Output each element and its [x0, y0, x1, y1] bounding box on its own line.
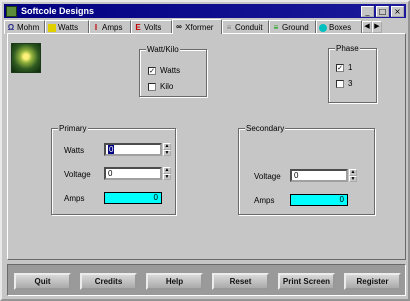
tab-xformer[interactable]: ∞ Xformer	[172, 19, 222, 34]
kilo-checkbox-box[interactable]	[148, 82, 156, 91]
tab-volts[interactable]: E Volts	[131, 20, 172, 34]
conduit-icon: ≡	[226, 22, 232, 32]
tab-amps[interactable]: I Amps	[89, 20, 131, 34]
phase-group: Phase	[328, 44, 377, 103]
tab-scroll-right-button[interactable]: ▶	[372, 21, 382, 33]
ground-icon: ≡	[273, 22, 279, 32]
watts-checkbox-box[interactable]: ✓	[148, 66, 156, 75]
kilo-checkbox[interactable]: Kilo	[148, 82, 173, 91]
app-icon[interactable]	[6, 5, 17, 17]
primary-watts-down-button[interactable]: ▼	[163, 149, 171, 156]
phase-1-checkbox[interactable]: ✓ 1	[336, 63, 352, 72]
secondary-voltage-label: Voltage	[254, 172, 281, 181]
close-button[interactable]: ×	[391, 5, 404, 17]
primary-title: Primary	[58, 124, 88, 133]
tab-scroll-left-button[interactable]: ◀	[362, 21, 372, 33]
tab-ground[interactable]: ≡ Ground	[269, 20, 316, 34]
phase-title: Phase	[335, 44, 360, 53]
maximize-button[interactable]: □	[376, 5, 389, 17]
phase-1-label: 1	[348, 63, 353, 72]
reset-button[interactable]: Reset	[212, 273, 269, 290]
primary-amps-output: 0	[104, 192, 162, 204]
primary-voltage-down-button[interactable]: ▼	[163, 173, 171, 180]
tab-boxes[interactable]: Boxes	[316, 20, 362, 34]
watt-kilo-title: Watt/Kilo	[146, 45, 180, 54]
phase-3-checkbox-box[interactable]	[336, 79, 344, 88]
print-screen-button[interactable]: Print Screen	[278, 273, 335, 290]
title-bar[interactable]: Softcole Designs _ □ ×	[4, 4, 406, 18]
window-title: Softcole Designs	[21, 6, 95, 16]
app-window: Softcole Designs _ □ × Ω Mohm Watts I Amps…	[0, 0, 410, 301]
primary-voltage-spinner[interactable]: ▲ ▼	[163, 167, 171, 180]
secondary-title: Secondary	[245, 124, 286, 133]
secondary-voltage-down-button[interactable]: ▼	[349, 175, 357, 182]
tab-watts[interactable]: Watts	[45, 20, 89, 34]
primary-watts-spinner[interactable]: ▲ ▼	[163, 143, 171, 156]
phase-1-checkbox-box[interactable]: ✓	[336, 63, 344, 72]
secondary-amps-output: 0	[290, 194, 348, 206]
watts-icon	[48, 23, 56, 32]
secondary-amps-label: Amps	[254, 196, 275, 205]
primary-watts-label: Watts	[64, 146, 85, 155]
phase-3-label: 3	[348, 79, 353, 88]
tab-mohm[interactable]: Ω Mohm	[4, 20, 45, 34]
volts-icon: E	[135, 22, 141, 32]
secondary-voltage-spinner[interactable]: ▲ ▼	[349, 169, 357, 182]
boxes-icon	[319, 23, 327, 32]
primary-watts-input[interactable]: 0	[104, 143, 162, 156]
quit-button[interactable]: Quit	[14, 273, 71, 290]
credits-button[interactable]: Credits	[80, 273, 137, 290]
minimize-button[interactable]: _	[361, 5, 374, 17]
tab-conduit[interactable]: ≡ Conduit	[222, 20, 269, 34]
secondary-voltage-input[interactable]: 0	[290, 169, 348, 182]
register-button[interactable]: Register	[344, 273, 401, 290]
app-logo	[11, 43, 41, 73]
watts-checkbox[interactable]: ✓ Watts	[148, 66, 180, 75]
ohm-icon: Ω	[7, 22, 15, 32]
amps-icon: I	[94, 22, 98, 32]
watts-checkbox-label: Watts	[160, 66, 181, 75]
primary-amps-label: Amps	[64, 194, 85, 203]
kilo-checkbox-label: Kilo	[160, 82, 174, 91]
primary-voltage-label: Voltage	[64, 170, 91, 179]
tab-strip: Ω Mohm Watts I Amps E Volts ∞ Xformer ≡ Condu…	[4, 19, 408, 34]
primary-voltage-input[interactable]: 0	[104, 167, 162, 180]
button-bar: Quit Credits Help Reset Print Screen Reg…	[7, 264, 406, 296]
help-button[interactable]: Help	[146, 273, 203, 290]
phase-3-checkbox[interactable]: 3	[336, 79, 352, 88]
transformer-icon: ∞	[176, 22, 182, 31]
